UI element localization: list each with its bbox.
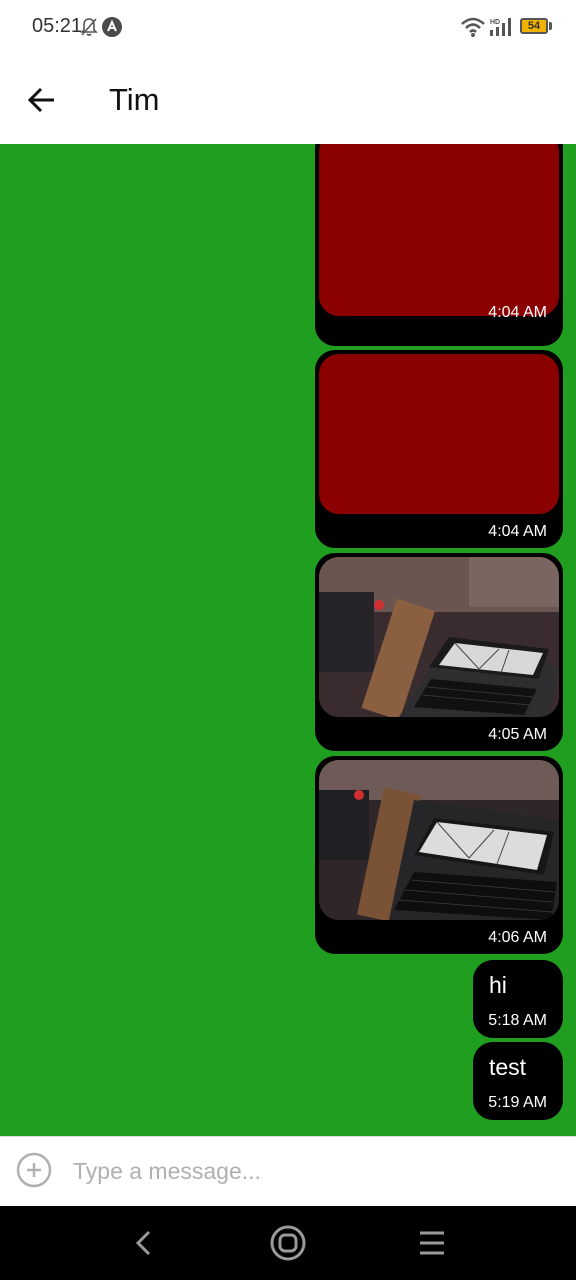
message-bubble-text[interactable]: hi 5:18 AM: [473, 960, 563, 1038]
app-notification-icon: [102, 17, 122, 37]
nav-recents-icon[interactable]: [418, 1230, 446, 1256]
system-nav-bar: [0, 1206, 576, 1280]
status-time: 05:21: [32, 15, 83, 37]
laptop-photo-image: [319, 760, 559, 920]
hd-signal-icon: HD: [490, 18, 511, 36]
message-time: 5:19 AM: [488, 1094, 547, 1111]
contact-name: Tim: [109, 82, 160, 117]
battery-level: 54: [527, 20, 541, 32]
chat-header: Tim: [0, 56, 576, 144]
message-bubble-text[interactable]: test 5:19 AM: [473, 1042, 563, 1120]
chat-area[interactable]: 4:04 AM 4:04 AM 4:05 AM 4:06 AM hi 5:18 …: [0, 144, 576, 1136]
battery-tip: [549, 22, 552, 30]
status-bar: 05:21 HD 54: [0, 0, 576, 56]
message-text: test: [489, 1054, 527, 1080]
message-time: 4:04 AM: [488, 304, 547, 321]
message-bubble-image[interactable]: 4:05 AM: [315, 553, 563, 751]
arrow-left-icon[interactable]: [24, 82, 60, 118]
message-input[interactable]: [73, 1155, 543, 1187]
svg-text:HD: HD: [490, 19, 500, 26]
message-bubble-image[interactable]: 4:06 AM: [315, 756, 563, 954]
message-bubble-image[interactable]: 4:04 AM: [315, 350, 563, 548]
message-photo[interactable]: [319, 557, 559, 717]
message-time: 4:05 AM: [488, 726, 547, 743]
nav-home-icon[interactable]: [268, 1223, 308, 1263]
bell-off-icon: [80, 18, 98, 36]
message-text: hi: [489, 972, 507, 998]
message-time: 4:04 AM: [488, 523, 547, 540]
message-image[interactable]: [319, 354, 559, 514]
nav-back-icon[interactable]: [130, 1229, 158, 1257]
message-composer: [0, 1136, 576, 1207]
message-image[interactable]: [319, 144, 559, 316]
message-time: 5:18 AM: [488, 1012, 547, 1029]
message-photo[interactable]: [319, 760, 559, 920]
plus-circle-icon[interactable]: [16, 1152, 52, 1188]
battery-icon: 54: [520, 18, 548, 34]
laptop-photo-image: [319, 557, 559, 717]
wifi-icon: [461, 17, 485, 37]
message-bubble-image[interactable]: 4:04 AM: [315, 144, 563, 346]
message-time: 4:06 AM: [488, 929, 547, 946]
